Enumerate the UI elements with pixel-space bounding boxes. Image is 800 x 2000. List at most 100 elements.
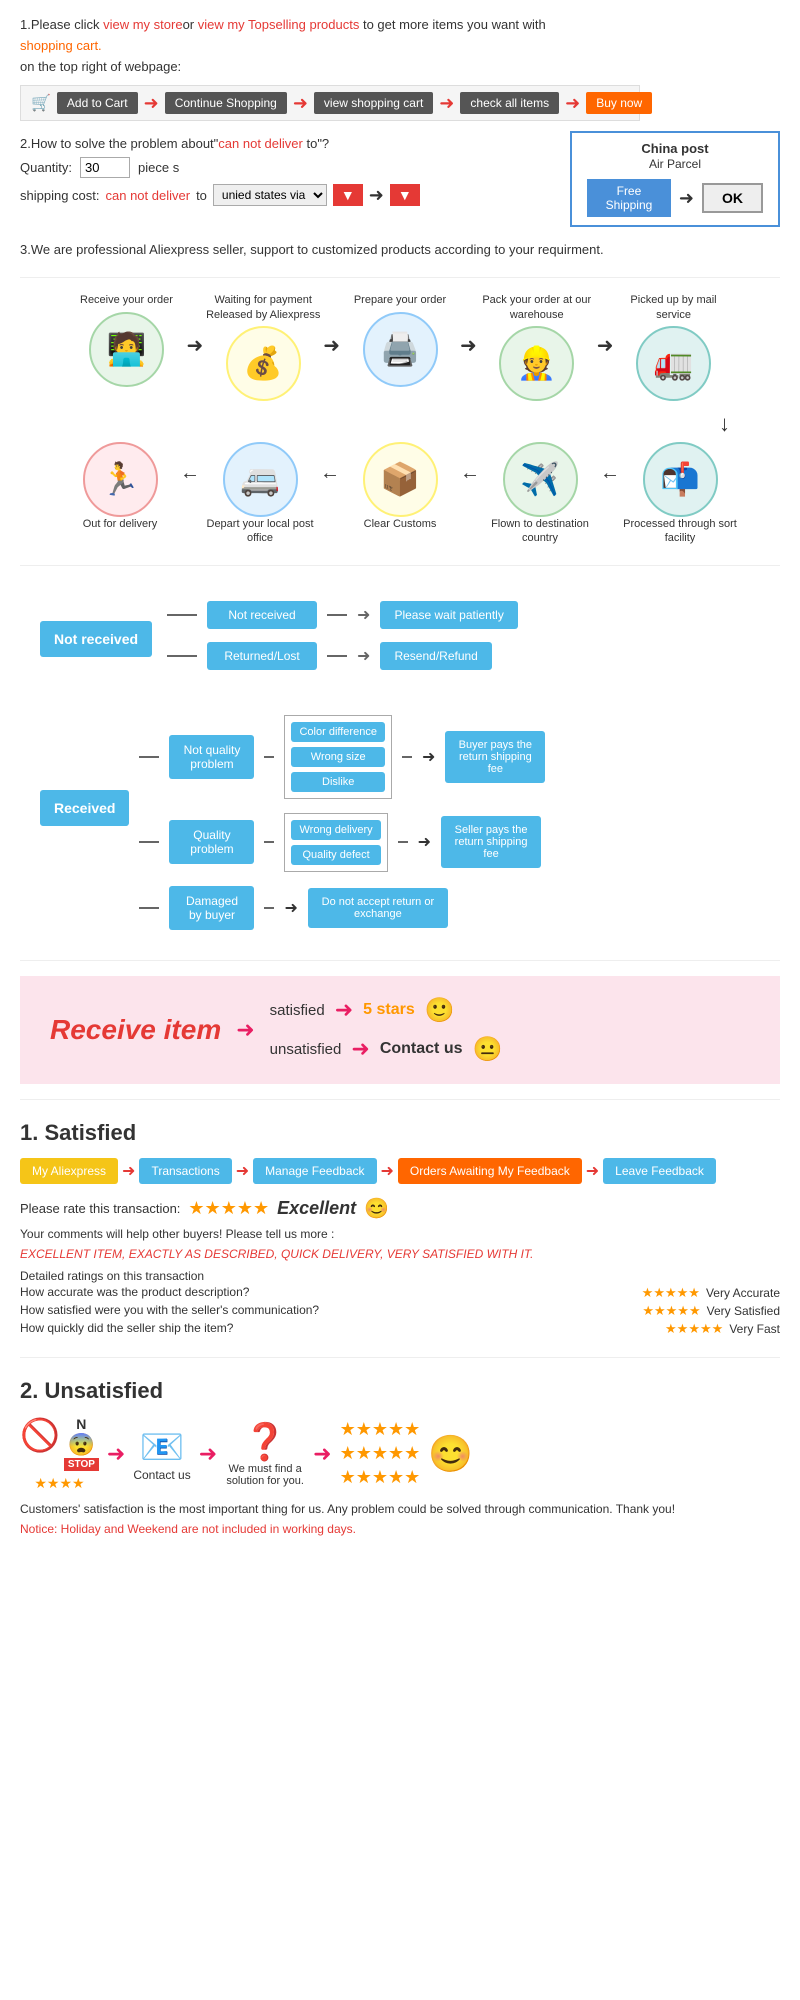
section1-text2: or	[183, 17, 198, 32]
step4-label: Pack your order at our warehouse	[477, 293, 597, 322]
cart-step-continue: Continue Shopping	[165, 92, 287, 114]
detail-r3: ★★★★★ Very Fast	[665, 1321, 780, 1337]
satisfied-title: 1. Satisfied	[20, 1120, 780, 1146]
satisfied-section: 1. Satisfied My Aliexpress ➜ Transaction…	[20, 1120, 780, 1337]
unsat-flow: 🚫 N 😨 STOP ★★★★ ➜ 📧 Contact us ➜ ❓	[20, 1416, 780, 1492]
detail-row-3: How quickly did the seller ship the item…	[20, 1321, 780, 1337]
step-leave-feedback: Leave Feedback	[603, 1158, 716, 1184]
detail-r2: ★★★★★ Very Satisfied	[642, 1303, 780, 1319]
qty-unit: piece s	[138, 160, 179, 175]
step4-icon: 👷	[499, 326, 574, 401]
process-step-9: ✈️ Flown to destination country	[480, 442, 600, 550]
step2-icon: 💰	[226, 326, 301, 401]
detail-row-1: How accurate was the product description…	[20, 1285, 780, 1301]
ship-label: shipping cost:	[20, 188, 100, 203]
china-post-title: China post Air Parcel	[587, 141, 763, 171]
rating-1: Very Accurate	[706, 1286, 780, 1300]
step1-label: Receive your order	[80, 293, 173, 307]
color-diff-box: Color difference	[291, 722, 384, 742]
n-label: N	[76, 1416, 86, 1432]
step2-label: Waiting for payment Released by Aliexpre…	[203, 293, 323, 322]
detail-title: Detailed ratings on this transaction	[20, 1269, 780, 1283]
received-main: Received	[40, 790, 129, 826]
cart-bar: 🛒 Add to Cart ➜ Continue Shopping ➜ view…	[20, 85, 640, 121]
cart-step-add: Add to Cart	[57, 92, 138, 114]
shipping-select[interactable]: unied states via	[213, 184, 327, 206]
five-stars-3: ★★★★★	[340, 1467, 421, 1488]
rate-stars: ★★★★★	[188, 1198, 269, 1219]
arrow1: ➜	[144, 93, 159, 114]
sat-row2: unsatisfied ➜ Contact us 😐	[270, 1035, 503, 1064]
section-2: 2.How to solve the problem about"can not…	[20, 136, 780, 227]
sat-arrow2: ➜	[335, 997, 353, 1023]
footer-text: Customers' satisfaction is the most impo…	[20, 1502, 780, 1516]
process-arrow-2: ➜	[323, 293, 340, 358]
process-row-top: Receive your order 🧑‍💻 ➜ Waiting for pay…	[20, 293, 780, 401]
icon-group-top: 🚫 N 😨 STOP	[20, 1416, 99, 1471]
nr-branch-1: Not received ➜ Please wait patiently	[167, 601, 518, 629]
satisfied-text: satisfied	[270, 1002, 325, 1019]
qp-box: Quality problem	[169, 820, 254, 864]
rating-3: Very Fast	[729, 1322, 780, 1336]
china-post-box: China post Air Parcel Free Shipping ➜ OK	[570, 131, 780, 227]
angry-face-icon: 😨	[68, 1432, 95, 1458]
dropdown-arrow[interactable]: ▼	[333, 184, 363, 206]
ok-button[interactable]: OK	[702, 183, 763, 213]
step3-label: Prepare your order	[354, 293, 446, 307]
stars-result-group: ★★★★★ ★★★★★ ★★★★★	[340, 1419, 421, 1488]
qty-label: Quantity:	[20, 160, 72, 175]
step-myaliexpress: My Aliexpress	[20, 1158, 118, 1184]
process-step-5: Picked up by mail service 🚛	[614, 293, 734, 401]
detail-q3: How quickly did the seller ship the item…	[20, 1321, 233, 1337]
process-step-3: Prepare your order 🖨️	[340, 293, 460, 386]
section1-text1: 1.Please click	[20, 17, 103, 32]
five-stars-2: ★★★★★	[340, 1443, 421, 1464]
five-stars-text: 5 stars	[363, 1001, 415, 1019]
buyer-pays-box: Buyer pays the return shipping fee	[445, 731, 545, 783]
receive-item-title: Receive item	[50, 1014, 221, 1046]
rec-branch-2: Quality problem Wrong delivery Quality d…	[139, 813, 545, 872]
unsat-arrow-3: ➜	[313, 1441, 331, 1467]
notice-text: Notice: Holiday and Weekend are not incl…	[20, 1522, 780, 1536]
process-arrow-3: ➜	[460, 293, 477, 358]
ship-arrow: ➜	[369, 185, 384, 206]
qty-input[interactable]	[80, 157, 130, 178]
detail-row-2: How satisfied were you with the seller's…	[20, 1303, 780, 1319]
no-sign-icon: 🚫	[20, 1416, 60, 1471]
satisfaction-banner: Receive item ➜ satisfied ➜ 5 stars 🙂 uns…	[20, 976, 780, 1084]
sat-arrow3: ➜	[351, 1036, 369, 1062]
qty-row: Quantity: piece s	[20, 157, 570, 178]
nr-result-2: Resend/Refund	[380, 642, 491, 670]
dropdown-arrow2[interactable]: ▼	[390, 184, 420, 206]
sat-rows: satisfied ➜ 5 stars 🙂 unsatisfied ➜ Cont…	[270, 996, 503, 1064]
nr-branch-2: Returned/Lost ➜ Resend/Refund	[167, 642, 518, 670]
unsatisfied-text: unsatisfied	[270, 1041, 342, 1058]
nqp-box: Not quality problem	[169, 735, 254, 779]
process-step-4: Pack your order at our warehouse 👷	[477, 293, 597, 401]
sat-row1: satisfied ➜ 5 stars 🙂	[270, 996, 503, 1025]
not-received-flowchart: Not received Not received ➜ Please wait …	[20, 586, 780, 680]
cart-step-buy[interactable]: Buy now	[586, 92, 652, 114]
seller-pays-box: Seller pays the return shipping fee	[441, 816, 541, 868]
find-solution-text: We must find a solution for you.	[225, 1463, 305, 1487]
rate-label: Please rate this transaction:	[20, 1201, 180, 1216]
view-store-link[interactable]: view my store	[103, 17, 182, 32]
excellent-label: Excellent	[277, 1198, 356, 1219]
cart-step-check: check all items	[460, 92, 559, 114]
step-orders-awaiting: Orders Awaiting My Feedback	[398, 1158, 582, 1184]
unsatisfied-title: 2. Unsatisfied	[20, 1378, 780, 1404]
received-flowchart: Received Not quality problem Color diffe…	[20, 700, 780, 940]
steps-bar: My Aliexpress ➜ Transactions ➜ Manage Fe…	[20, 1158, 780, 1184]
section-3: 3.We are professional Aliexpress seller,…	[20, 242, 780, 257]
view-topselling-link[interactable]: view my Topselling products	[198, 17, 360, 32]
nr-sub-2: Returned/Lost	[207, 642, 317, 670]
unsat-arrow-1: ➜	[107, 1441, 125, 1467]
comment-prompt: Your comments will help other buyers! Pl…	[20, 1227, 780, 1241]
quality-defect-box: Quality defect	[291, 845, 380, 865]
step7-icon: 🚐	[223, 442, 298, 517]
section-1: 1.Please click view my storeor view my T…	[20, 15, 780, 121]
question-icon-group: ❓ We must find a solution for you.	[225, 1421, 305, 1487]
cart-step-view: view shopping cart	[314, 92, 433, 114]
detail-q1: How accurate was the product description…	[20, 1285, 249, 1301]
step3-icon: 🖨️	[363, 312, 438, 387]
